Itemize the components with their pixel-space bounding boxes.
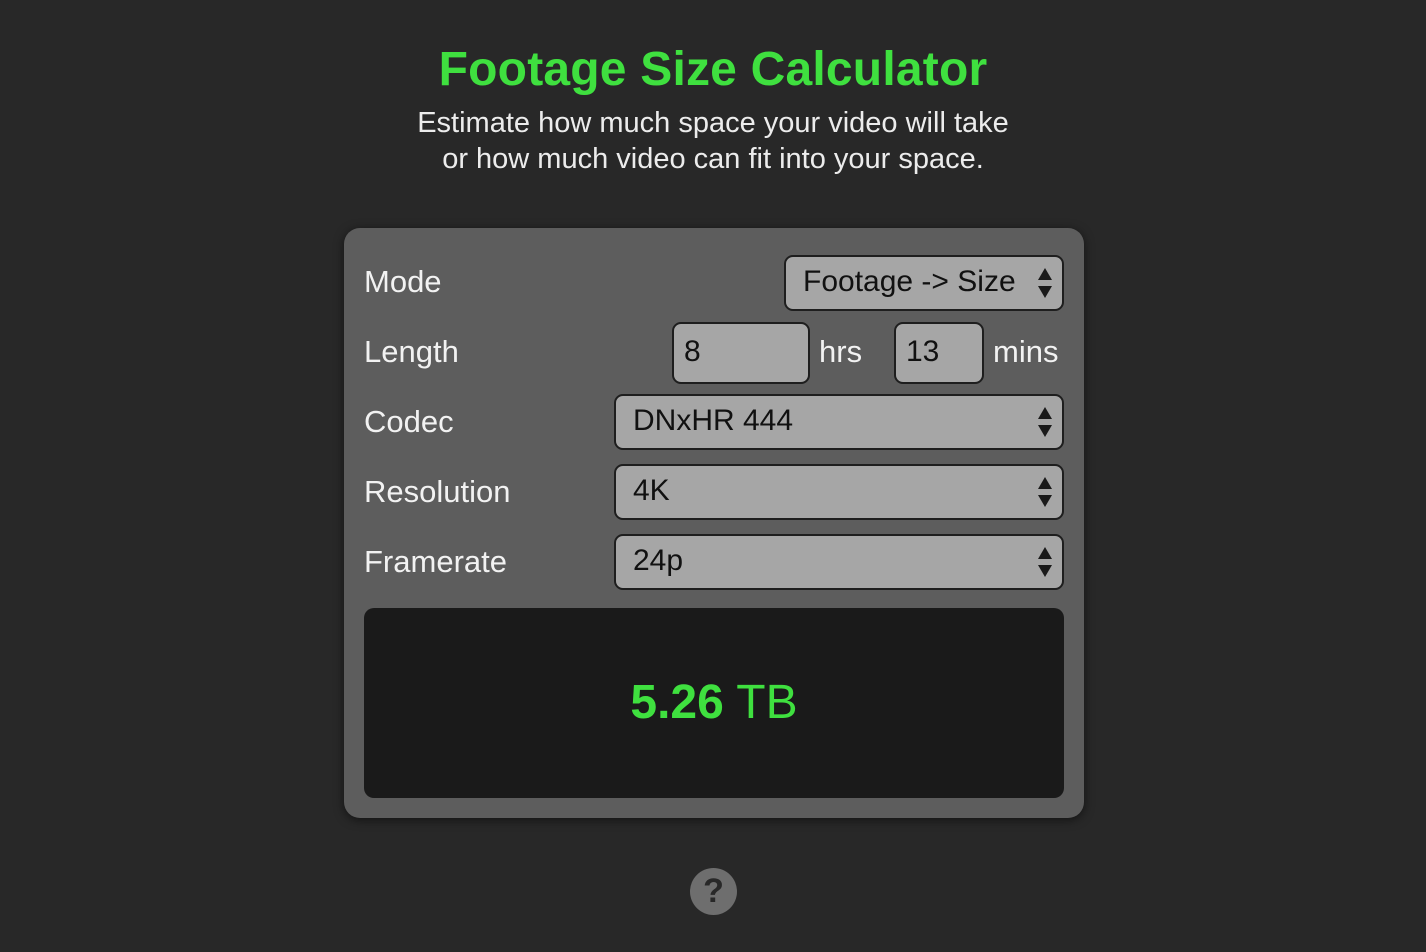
mode-label: Mode	[364, 264, 442, 299]
select-arrows-icon	[1038, 407, 1052, 437]
resolution-select[interactable]: 4K	[614, 464, 1064, 520]
question-circle-icon[interactable]: ?	[690, 868, 737, 915]
result-display: 5.26 TB	[364, 608, 1064, 798]
select-arrows-icon	[1038, 547, 1052, 577]
length-label: Length	[364, 334, 459, 369]
result-value: 5.26	[630, 676, 724, 729]
codec-select-value: DNxHR 444	[633, 404, 794, 437]
calculator-card: Mode Footage -> Size Length 8 hrs 13 min…	[344, 228, 1084, 818]
select-arrows-icon	[1038, 268, 1052, 298]
codec-label: Codec	[364, 404, 454, 439]
page-title: Footage Size Calculator	[438, 43, 988, 96]
subtitle-line-2: or how much video can fit into your spac…	[442, 143, 984, 175]
subtitle-line-1: Estimate how much space your video will …	[417, 107, 1009, 139]
result-unit: TB	[736, 676, 798, 729]
mode-select-value: Footage -> Size	[803, 265, 1016, 298]
framerate-select-value: 24p	[633, 544, 684, 577]
page-subtitle: Estimate how much space your video will …	[0, 105, 1426, 177]
framerate-select[interactable]: 24p	[614, 534, 1064, 590]
resolution-select-value: 4K	[633, 474, 670, 507]
hours-unit: hrs	[819, 334, 863, 369]
framerate-label: Framerate	[364, 544, 507, 579]
minutes-input[interactable]: 13	[894, 322, 984, 384]
minutes-unit: mins	[993, 334, 1059, 369]
resolution-label: Resolution	[364, 474, 511, 509]
codec-select[interactable]: DNxHR 444	[614, 394, 1064, 450]
mode-select[interactable]: Footage -> Size	[784, 255, 1064, 311]
page: Footage Size Calculator Estimate how muc…	[0, 0, 1426, 952]
select-arrows-icon	[1038, 477, 1052, 507]
hours-input[interactable]: 8	[672, 322, 810, 384]
